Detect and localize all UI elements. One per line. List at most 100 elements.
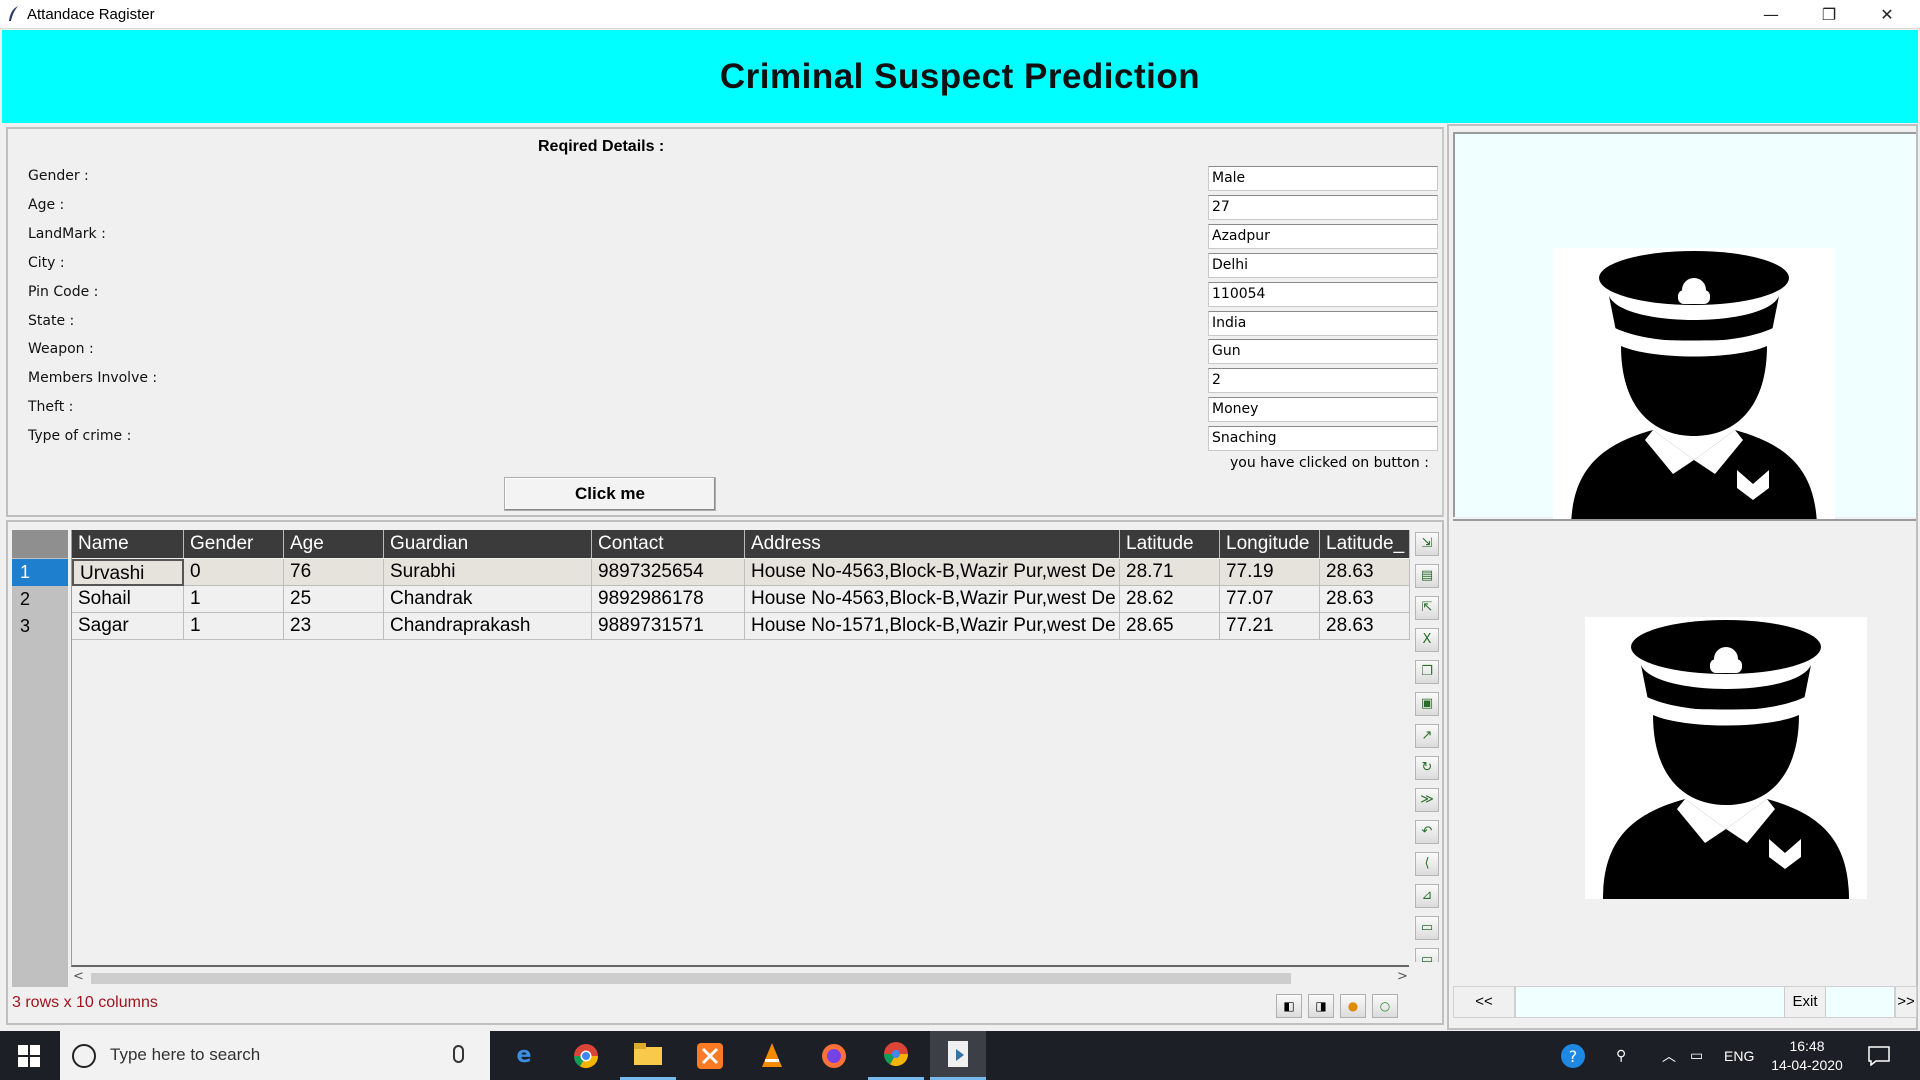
table-cell[interactable]: 28.62 — [1120, 586, 1220, 613]
table-cell[interactable]: 9897325654 — [592, 559, 745, 586]
copy-icon[interactable]: ❐ — [1415, 660, 1439, 684]
pincode-field[interactable]: 110054 — [1208, 282, 1438, 307]
xampp-icon[interactable] — [682, 1031, 738, 1080]
chrome-profile-icon[interactable] — [868, 1031, 924, 1080]
window-titlebar: Attandace Ragister — ❐ ✕ — [0, 0, 1920, 29]
start-button[interactable] — [0, 1031, 58, 1080]
clock-time: 16:48 — [1789, 1038, 1825, 1054]
column-header-longitude[interactable]: Longitude — [1220, 530, 1320, 558]
table-cell[interactable]: 77.21 — [1220, 613, 1320, 640]
table-cell[interactable]: 28.71 — [1120, 559, 1220, 586]
minimize-button[interactable]: — — [1742, 0, 1800, 29]
plot-icon[interactable]: ↗ — [1415, 724, 1439, 748]
table-cell[interactable]: 9889731571 — [592, 613, 745, 640]
help-icon[interactable]: ? — [1560, 1031, 1586, 1080]
table-cell[interactable]: 9892986178 — [592, 586, 745, 613]
row-number[interactable]: 1 — [12, 559, 68, 586]
column-header-gender[interactable]: Gender — [184, 530, 284, 558]
chart-icon[interactable]: ⊿ — [1415, 884, 1439, 908]
theft-field[interactable]: Money — [1208, 397, 1438, 422]
column-header-guardian[interactable]: Guardian — [384, 530, 592, 558]
table-cell[interactable]: Chandrak — [384, 586, 592, 613]
column-header-contact[interactable]: Contact — [592, 530, 745, 558]
scroll-left-icon[interactable]: < — [73, 969, 84, 984]
table-cell[interactable]: 28.63 — [1320, 586, 1410, 613]
run-icon[interactable]: ○ — [1372, 994, 1398, 1018]
chevron-up-icon[interactable]: ︿ — [1662, 1031, 1676, 1080]
landmark-field[interactable]: Azadpur — [1208, 224, 1438, 249]
gender-field[interactable]: Male — [1208, 166, 1438, 191]
table-cell[interactable]: 76 — [284, 559, 384, 586]
battery-icon[interactable]: ▭ — [1690, 1031, 1703, 1080]
notification-icon[interactable] — [1868, 1031, 1890, 1080]
clock[interactable]: 16:48 14-04-2020 — [1752, 1037, 1862, 1075]
city-field[interactable]: Delhi — [1208, 253, 1438, 278]
column-header-latitude2[interactable]: Latitude_ — [1320, 530, 1410, 558]
column-header-address[interactable]: Address — [745, 530, 1120, 558]
document-icon[interactable]: ▭ — [1415, 916, 1439, 940]
click-me-button[interactable]: Click me — [504, 477, 716, 511]
table-cell[interactable]: 0 — [184, 559, 284, 586]
next-button[interactable]: >> — [1895, 986, 1917, 1018]
table-summary: 3 rows x 10 columns — [12, 994, 158, 1011]
more-icon[interactable]: ▭ — [1415, 948, 1439, 962]
table-cell[interactable]: Urvashi — [72, 559, 184, 586]
prev-page-icon[interactable]: ◧ — [1276, 994, 1302, 1018]
import-icon[interactable]: ⇲ — [1415, 532, 1439, 556]
export-icon[interactable]: ⇱ — [1415, 596, 1439, 620]
paste-icon[interactable]: ▣ — [1415, 692, 1439, 716]
excel-icon[interactable]: X — [1415, 628, 1439, 652]
edge-icon[interactable]: e — [496, 1031, 552, 1080]
refresh-icon[interactable]: ↻ — [1415, 756, 1439, 780]
column-header-age[interactable]: Age — [284, 530, 384, 558]
members-field[interactable]: 2 — [1208, 368, 1438, 393]
table-cell[interactable]: 28.63 — [1320, 613, 1410, 640]
microphone-icon[interactable] — [453, 1045, 464, 1063]
table-cell[interactable]: 1 — [184, 613, 284, 640]
table-cell[interactable]: 28.63 — [1320, 559, 1410, 586]
column-header-latitude[interactable]: Latitude — [1120, 530, 1220, 558]
file-explorer-icon[interactable] — [620, 1031, 676, 1080]
table-cell[interactable]: 23 — [284, 613, 384, 640]
exit-button[interactable]: Exit — [1784, 987, 1826, 1017]
table-cell[interactable]: House No-4563,Block-B,Wazir Pur,west De — [745, 586, 1120, 613]
table-cell[interactable]: 77.19 — [1220, 559, 1320, 586]
table-cell[interactable]: Chandraprakash — [384, 613, 592, 640]
share-icon[interactable]: ⟨ — [1415, 852, 1439, 876]
table-cell[interactable]: 77.07 — [1220, 586, 1320, 613]
firefox-icon[interactable] — [806, 1031, 862, 1080]
restore-button[interactable]: ❐ — [1800, 0, 1858, 29]
save-icon[interactable]: ▤ — [1415, 564, 1439, 588]
scroll-thumb[interactable] — [91, 973, 1291, 984]
chrome-icon[interactable] — [558, 1031, 614, 1080]
table-cell[interactable]: 28.65 — [1120, 613, 1220, 640]
close-button[interactable]: ✕ — [1858, 0, 1916, 29]
age-field[interactable]: 27 — [1208, 195, 1438, 220]
next-page-icon[interactable]: ◨ — [1308, 994, 1334, 1018]
stop-icon[interactable]: ● — [1340, 994, 1366, 1018]
vlc-icon[interactable] — [744, 1031, 800, 1080]
horizontal-scrollbar[interactable]: < > — [71, 969, 1409, 987]
column-header-name[interactable]: Name — [72, 530, 184, 558]
forward-icon[interactable]: ≫ — [1415, 788, 1439, 812]
row-number[interactable]: 3 — [12, 613, 68, 640]
taskbar-search[interactable]: Type here to search — [60, 1031, 490, 1080]
row-index-header — [12, 530, 68, 558]
previous-button[interactable]: << — [1453, 986, 1515, 1018]
scroll-right-icon[interactable]: > — [1397, 969, 1408, 984]
python-app-icon[interactable] — [930, 1031, 986, 1080]
table-cell[interactable]: 1 — [184, 586, 284, 613]
people-icon[interactable]: ⚲ — [1616, 1031, 1626, 1080]
crime-type-field[interactable]: Snaching — [1208, 426, 1438, 451]
table-cell[interactable]: Sohail — [72, 586, 184, 613]
table-cell[interactable]: 25 — [284, 586, 384, 613]
state-field[interactable]: India — [1208, 311, 1438, 336]
undo-icon[interactable]: ↶ — [1415, 820, 1439, 844]
table-cell[interactable]: Sagar — [72, 613, 184, 640]
language-indicator[interactable]: ENG — [1724, 1031, 1754, 1080]
table-cell[interactable]: House No-4563,Block-B,Wazir Pur,west De — [745, 559, 1120, 586]
table-cell[interactable]: House No-1571,Block-B,Wazir Pur,west De — [745, 613, 1120, 640]
table-cell[interactable]: Surabhi — [384, 559, 592, 586]
weapon-field[interactable]: Gun — [1208, 339, 1438, 364]
row-number[interactable]: 2 — [12, 586, 68, 613]
